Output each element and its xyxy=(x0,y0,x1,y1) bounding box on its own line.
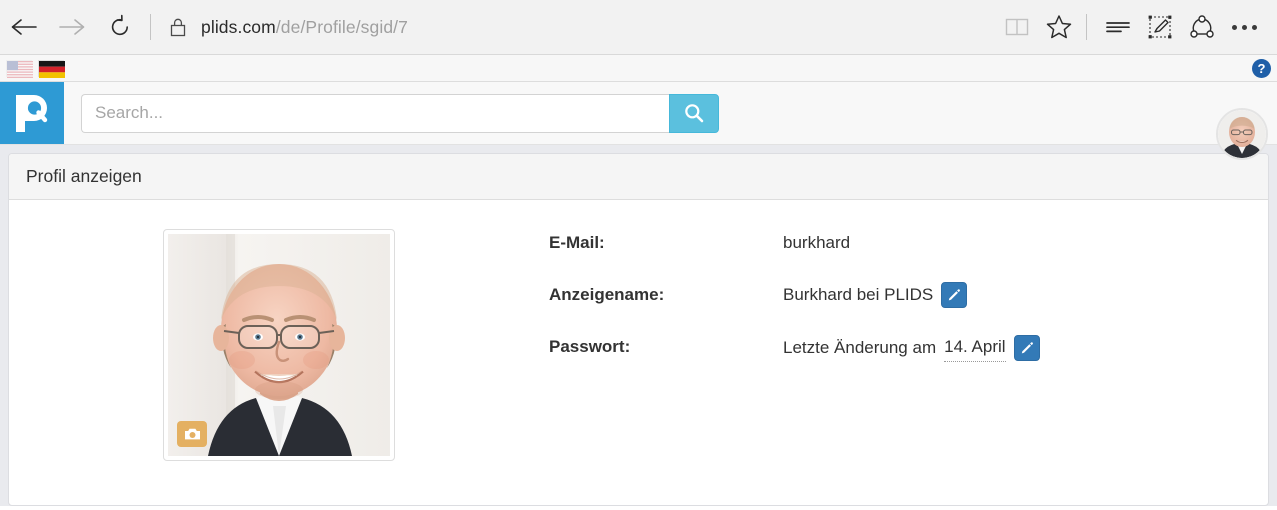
displayname-value: Burkhard bei PLIDS xyxy=(783,285,934,304)
search-form xyxy=(81,93,719,133)
profile-details: E-Mail: burkhard Anzeigename: Burkhard b… xyxy=(549,224,1268,461)
share-button[interactable] xyxy=(1181,7,1223,47)
email-label: E-Mail: xyxy=(549,233,605,252)
page-title: Profil anzeigen xyxy=(26,166,142,186)
language-bar: ? xyxy=(0,55,1277,82)
forward-button[interactable] xyxy=(48,7,96,47)
camera-icon xyxy=(184,427,201,441)
flag-us-icon[interactable] xyxy=(6,60,33,78)
forward-arrow-icon xyxy=(57,15,87,39)
app-navbar xyxy=(0,82,1277,160)
change-photo-button[interactable] xyxy=(177,421,207,447)
lock-icon xyxy=(168,16,188,38)
web-note-icon xyxy=(1147,14,1173,40)
profile-photo-column xyxy=(9,224,549,461)
email-value-wrap: burkhard xyxy=(783,230,850,256)
search-icon xyxy=(683,102,705,124)
edit-displayname-button[interactable] xyxy=(941,282,968,308)
url-path: /de/Profile/sgid/7 xyxy=(275,16,408,37)
password-value: Letzte Änderung am xyxy=(783,338,937,357)
more-ellipsis-icon xyxy=(1231,24,1257,30)
avatar-image xyxy=(1218,110,1266,158)
detail-row-displayname: Anzeigename: Burkhard bei PLIDS xyxy=(549,282,1268,308)
profile-panel: Profil anzeigen E-Mail: burkhard Anzeige… xyxy=(8,153,1269,506)
address-bar[interactable]: plids.com/de/Profile/sgid/7 xyxy=(195,17,996,38)
password-label: Passwort: xyxy=(549,337,631,356)
share-icon xyxy=(1188,14,1216,40)
site-security-button[interactable] xyxy=(161,16,195,38)
email-value: burkhard xyxy=(783,233,851,252)
displayname-label: Anzeigename: xyxy=(549,285,665,304)
search-input[interactable] xyxy=(81,93,669,133)
reading-view-button[interactable] xyxy=(996,7,1038,47)
brand-logo[interactable] xyxy=(0,82,64,144)
back-button[interactable] xyxy=(0,7,48,47)
reading-view-icon xyxy=(1004,16,1030,38)
displayname-value-wrap: Burkhard bei PLIDS xyxy=(783,282,968,308)
detail-row-password: Passwort: Letzte Änderung am 14. April xyxy=(549,334,1268,362)
browser-toolbar: plids.com/de/Profile/sgid/7 xyxy=(0,0,1277,55)
plids-logo-icon xyxy=(12,91,52,135)
search-button[interactable] xyxy=(669,93,719,133)
password-changed-date[interactable]: 14. April xyxy=(944,334,1006,362)
pencil-icon xyxy=(947,288,961,302)
web-note-button[interactable] xyxy=(1139,7,1181,47)
back-arrow-icon xyxy=(9,15,39,39)
url-host: plids.com xyxy=(201,16,276,37)
profile-photo-thumbnail xyxy=(163,229,395,461)
browser-actions xyxy=(996,7,1277,47)
toolbar-divider xyxy=(150,14,151,40)
hub-button[interactable] xyxy=(1097,7,1139,47)
toolbar-divider-2 xyxy=(1086,14,1087,40)
hub-icon xyxy=(1104,17,1132,37)
pencil-icon xyxy=(1020,341,1034,355)
edit-password-button[interactable] xyxy=(1013,335,1040,361)
panel-body: E-Mail: burkhard Anzeigename: Burkhard b… xyxy=(9,200,1268,461)
page-body: Profil anzeigen E-Mail: burkhard Anzeige… xyxy=(0,145,1277,506)
star-icon xyxy=(1045,13,1073,41)
more-button[interactable] xyxy=(1223,7,1265,47)
help-icon[interactable]: ? xyxy=(1252,59,1271,78)
password-value-wrap: Letzte Änderung am 14. April xyxy=(783,334,1040,362)
refresh-button[interactable] xyxy=(96,7,144,47)
flag-de-icon[interactable] xyxy=(38,59,65,78)
detail-row-email: E-Mail: burkhard xyxy=(549,230,1268,256)
refresh-icon xyxy=(107,14,133,40)
avatar-navbar[interactable] xyxy=(1216,108,1268,160)
panel-heading: Profil anzeigen xyxy=(9,154,1268,200)
favorites-button[interactable] xyxy=(1038,7,1080,47)
